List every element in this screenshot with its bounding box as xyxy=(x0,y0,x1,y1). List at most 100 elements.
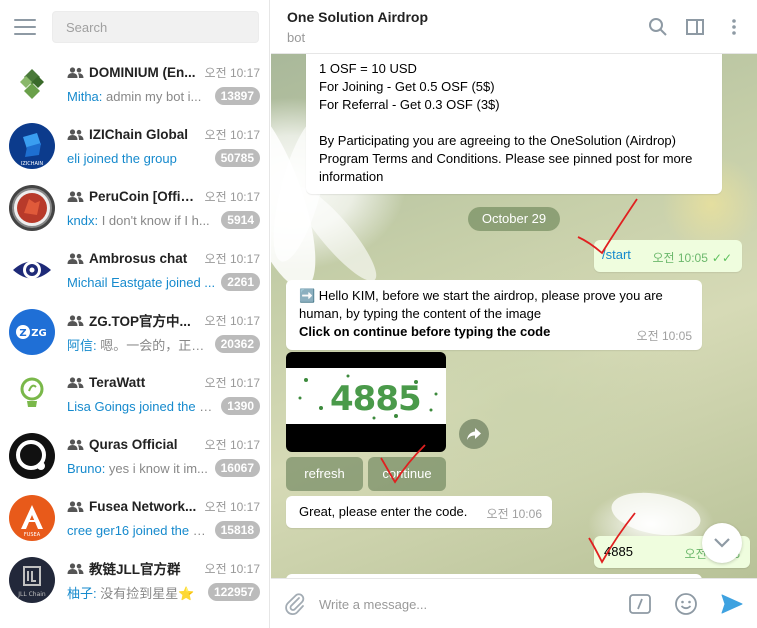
chat-name-row: Quras Official 오전 10:17 xyxy=(67,435,260,453)
chat-preview-text: Lisa Goings joined the g... xyxy=(67,398,216,414)
unread-count-badge: 13897 xyxy=(214,87,260,105)
chat-preview: 柚子: 没有捡到星星⭐ xyxy=(67,583,202,602)
avatar: IZICHAIN xyxy=(9,123,55,169)
intro-line: By Participating you are agreeing to the… xyxy=(319,133,676,148)
search-input[interactable] xyxy=(52,11,259,43)
chat-name: ZG.TOP官方中... xyxy=(89,314,191,329)
chat-preview: Mitha: admin my bot i... xyxy=(67,89,209,104)
background-petal xyxy=(608,486,704,542)
message-bubble-hello: ➡️ Hello KIM, before we start the airdro… xyxy=(286,280,702,350)
intro-line: 1 OSF = 10 USD xyxy=(319,61,417,76)
unread-count-badge: 5914 xyxy=(221,211,260,229)
share-arrow-icon xyxy=(467,428,481,440)
chat-preview: eli joined the group xyxy=(67,151,209,166)
hello-line-1: Hello KIM, before we start the airdrop, … xyxy=(315,288,663,303)
chat-preview-row: 阿信: 嗯。一会的，正在... 20362 xyxy=(67,335,260,353)
avatar xyxy=(9,185,55,231)
avatar xyxy=(9,247,55,293)
chat-time: 오전 10:17 xyxy=(204,561,260,576)
chat-time: 오전 10:17 xyxy=(204,375,260,390)
chat-preview-row: 柚子: 没有捡到星星⭐ 122957 xyxy=(67,583,260,601)
date-divider: October 29 xyxy=(468,207,560,231)
continue-button[interactable]: continue xyxy=(368,457,446,491)
chat-preview-sender: kndx: xyxy=(67,212,99,228)
chat-preview-text: 没有捡到星星⭐ xyxy=(96,585,195,601)
group-chat-icon xyxy=(67,252,84,264)
avatar xyxy=(9,433,55,479)
chat-preview-text: cree ger16 joined the g... xyxy=(67,522,209,538)
search-icon[interactable] xyxy=(648,17,668,37)
captcha-image[interactable]: 4885 xyxy=(286,352,446,452)
unread-count-badge: 1390 xyxy=(221,397,260,415)
bot-command-icon[interactable] xyxy=(628,592,652,616)
unread-count-badge: 50785 xyxy=(214,149,260,167)
group-chat-icon xyxy=(67,500,84,512)
intro-line: information xyxy=(319,169,384,184)
chat-preview-row: eli joined the group 50785 xyxy=(67,149,260,167)
chat-preview-text: 嗯。一会的，正在... xyxy=(96,337,209,353)
sidebar-toggle-icon[interactable] xyxy=(685,17,705,37)
chat-preview-row: Michail Eastgate joined ... 2261 xyxy=(67,273,260,291)
svg-text:JLL Chain: JLL Chain xyxy=(17,591,46,598)
chat-list-item[interactable]: Z ZG ZG.TOP官方中... 오전 10:17 阿信: 嗯。一会的，正在... 20… xyxy=(0,302,269,364)
message-time: 오전 10:06 xyxy=(486,507,542,521)
group-chat-icon xyxy=(67,190,84,202)
emoji-icon[interactable] xyxy=(674,592,698,616)
chat-list-item[interactable]: IZICHAIN IZIChain Global 오전 10:17 eli joine… xyxy=(0,116,269,178)
chat-name: 教链JLL官方群 xyxy=(89,562,181,577)
chat-list-item[interactable]: JLL Chain 教链JLL官方群 오전 10:17 柚子: 没有捡到星星⭐ 1229… xyxy=(0,550,269,612)
chat-preview-text: eli joined the group xyxy=(67,150,177,166)
chat-preview-row: cree ger16 joined the g... 15818 xyxy=(67,521,260,539)
chat-list-item[interactable]: DOMINIUM (En... 오전 10:17 Mitha: admin my b… xyxy=(0,54,269,116)
svg-text:IZICHAIN: IZICHAIN xyxy=(21,161,44,167)
chat-list-item[interactable]: Ambrosus chat 오전 10:17 Michail Eastgate jo… xyxy=(0,240,269,302)
intro-text: 1 OSF = 10 USD For Joining - Get 0.5 OSF … xyxy=(319,60,719,186)
group-chat-icon xyxy=(67,66,84,78)
code-reply-text: 4885 xyxy=(604,544,633,559)
chat-preview: Bruno: yes i know it im... xyxy=(67,461,209,476)
chat-name-row: IZIChain Global 오전 10:17 xyxy=(67,125,260,143)
message-area[interactable]: 1 OSF = 10 USD For Joining - Get 0.5 OSF … xyxy=(271,54,757,578)
attach-icon[interactable] xyxy=(283,592,307,616)
group-chat-icon xyxy=(67,562,84,574)
enter-code-text: Great, please enter the code. xyxy=(299,504,468,519)
avatar: Z ZG xyxy=(9,309,55,355)
refresh-button[interactable]: refresh xyxy=(286,457,363,491)
start-command-link[interactable]: /start xyxy=(602,246,631,264)
group-chat-icon xyxy=(67,128,84,140)
chat-preview-text: Michail Eastgate joined ... xyxy=(67,274,216,290)
message-composer xyxy=(271,578,757,628)
chat-preview: Michail Eastgate joined ... xyxy=(67,275,215,290)
chat-list-item[interactable]: FUSEA Fusea Network... 오전 10:17 cree ger16 … xyxy=(0,488,269,550)
chat-preview: cree ger16 joined the g... xyxy=(67,523,209,538)
share-button[interactable] xyxy=(459,419,489,449)
conversation-pane: One Solution Airdrop bot 1 OSF = 10 USD F… xyxy=(271,0,757,628)
chat-list-item[interactable]: Quras Official 오전 10:17 Bruno: yes i know … xyxy=(0,426,269,488)
sidebar-top-bar xyxy=(0,0,269,54)
chat-name-row: DOMINIUM (En... 오전 10:17 xyxy=(67,63,260,81)
chat-name-row: PeruCoin [Offic... 오전 10:17 xyxy=(67,187,260,205)
chat-list-item[interactable]: PeruCoin [Offic... 오전 10:17 kndx: I don't … xyxy=(0,178,269,240)
message-input[interactable] xyxy=(319,591,619,617)
more-options-icon[interactable] xyxy=(724,17,744,37)
intro-line: Program Terms and Conditions. Please see… xyxy=(319,151,693,166)
arrow-right-icon: ➡️ xyxy=(299,288,316,303)
chat-time: 오전 10:17 xyxy=(204,189,260,204)
chat-name: Fusea Network... xyxy=(89,498,197,514)
chat-preview: kndx: I don't know if I h... xyxy=(67,213,215,228)
chat-list-item[interactable]: TeraWatt 오전 10:17 Lisa Goings joined the g… xyxy=(0,364,269,426)
chat-preview-row: Mitha: admin my bot i... 13897 xyxy=(67,87,260,105)
message-time: 오전 10:05 xyxy=(636,329,692,343)
chat-time: 오전 10:17 xyxy=(204,251,260,266)
menu-icon[interactable] xyxy=(14,19,36,35)
chat-name: Quras Official xyxy=(89,436,178,452)
chat-time: 오전 10:17 xyxy=(204,437,260,452)
scroll-down-button[interactable] xyxy=(702,523,742,563)
send-icon[interactable] xyxy=(720,592,744,616)
chat-name-row: 教链JLL官方群 오전 10:17 xyxy=(67,559,260,577)
unread-count-badge: 122957 xyxy=(207,583,260,601)
group-chat-icon xyxy=(67,376,84,388)
chat-preview-sender: Bruno: xyxy=(67,460,106,476)
chat-time: 오전 10:17 xyxy=(204,499,260,514)
svg-text:ZG: ZG xyxy=(31,328,46,339)
